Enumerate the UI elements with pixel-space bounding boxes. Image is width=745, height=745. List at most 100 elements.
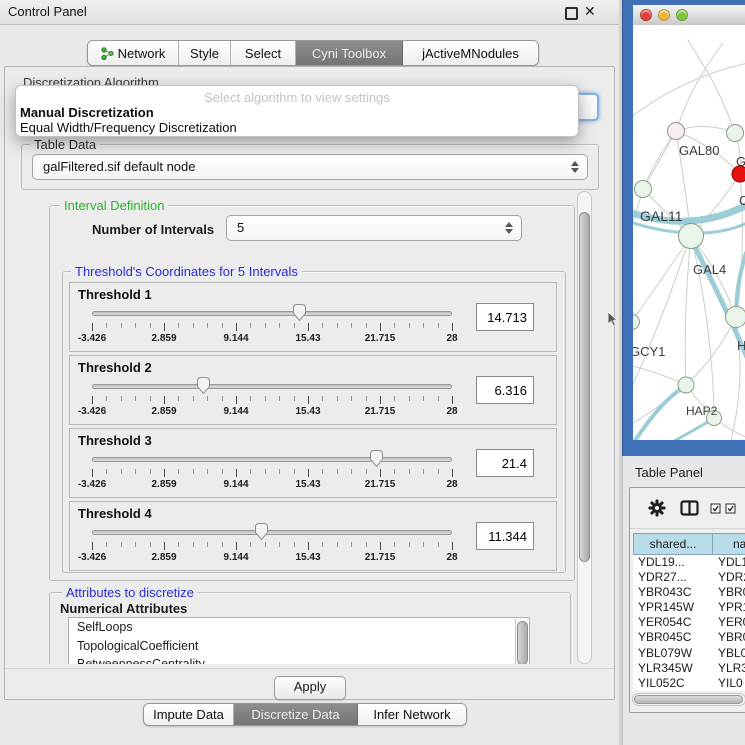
threshold-slider[interactable]: -3.4262.8599.14415.4321.71528 [92, 528, 452, 568]
tick-mark [294, 396, 295, 401]
algorithm-option-equal-width[interactable]: Equal Width/Frequency Discretization [20, 120, 570, 135]
network-node-pink[interactable] [668, 123, 685, 140]
table-data-combobox[interactable]: galFiltered.sif default node [32, 154, 588, 180]
tab-impute-data[interactable]: Impute Data [144, 704, 234, 725]
table-row[interactable]: YBR043CYBR0 [633, 585, 745, 600]
network-node-green[interactable] [727, 125, 744, 142]
tab-discretize-data[interactable]: Discretize Data [234, 704, 358, 725]
tab-style[interactable]: Style [179, 41, 231, 65]
settings-scroll-viewport: Interval Definition Number of Intervals … [9, 191, 577, 664]
apply-button[interactable]: Apply [274, 676, 346, 700]
split-columns-icon[interactable] [680, 500, 699, 516]
slider-thumb[interactable] [254, 522, 269, 541]
network-node-green[interactable] [726, 307, 745, 328]
tick-mark [308, 323, 309, 331]
tick-mark [452, 469, 453, 477]
threshold-slider[interactable]: -3.4262.8599.14415.4321.71528 [92, 382, 452, 422]
attribute-item-betweennesscentrality[interactable]: BetweennessCentrality [69, 655, 529, 664]
tick-label: 28 [446, 552, 457, 563]
float-window-icon[interactable] [565, 7, 578, 20]
tick-mark [106, 469, 107, 474]
tick-label: 15.43 [295, 333, 320, 344]
table-row[interactable]: YDR27...YDR2 [633, 570, 745, 585]
threshold-value-input[interactable] [476, 376, 534, 404]
attributes-scrollbar-thumb[interactable] [517, 621, 528, 664]
tick-mark [438, 542, 439, 547]
network-node-green[interactable] [678, 377, 694, 393]
column-header-name[interactable]: na [713, 533, 745, 555]
tick-mark [207, 542, 208, 547]
cell-name: YBR0 [711, 585, 745, 600]
interval-definition-group: Interval Definition Number of Intervals … [49, 205, 575, 581]
table-row[interactable]: YBR045CYBR0 [633, 630, 745, 645]
network-canvas[interactable]: GAL80GACGAL11GAL4HGCY1HAP2 [633, 25, 745, 440]
threshold-slider[interactable]: -3.4262.8599.14415.4321.71528 [92, 309, 452, 349]
screen: Control Panel ✕ NetworkStyleSelectCyni T… [0, 0, 745, 745]
algorithm-option-manual[interactable]: Manual Discretization [20, 105, 570, 120]
tick-mark [193, 469, 194, 474]
network-node-label: GAL80 [679, 143, 719, 158]
tick-mark [92, 469, 93, 477]
tick-mark [438, 469, 439, 474]
close-traffic-light[interactable] [640, 9, 652, 21]
checkbox-checked-icon[interactable] [710, 503, 721, 514]
slider-track[interactable] [92, 530, 452, 535]
cell-shared-name: YPR145W [633, 600, 711, 615]
tab-jactivemnodules[interactable]: jActiveMNodules [403, 41, 538, 65]
slider-track[interactable] [92, 311, 452, 316]
tick-mark [193, 542, 194, 547]
slider-track[interactable] [92, 384, 452, 389]
numerical-attributes-list: SelfLoopsTopologicalCoefficientBetweenne… [68, 617, 530, 664]
threshold-value-input[interactable] [476, 449, 534, 477]
table-row[interactable]: YER054CYER0 [633, 615, 745, 630]
slider-track[interactable] [92, 457, 452, 462]
tick-label: -3.426 [78, 406, 106, 417]
slider-thumb[interactable] [196, 376, 211, 395]
threshold-slider[interactable]: -3.4262.8599.14415.4321.71528 [92, 455, 452, 495]
network-window-titlebar[interactable] [633, 5, 745, 26]
attributes-list-scrollbar[interactable] [515, 619, 528, 664]
number-of-intervals-combobox[interactable]: 5 [226, 215, 522, 241]
threshold-value-input[interactable] [476, 522, 534, 550]
tick-mark [121, 542, 122, 547]
tick-mark [279, 469, 280, 474]
column-header-shared-name[interactable]: shared... [633, 533, 713, 555]
network-node-green[interactable] [635, 181, 652, 198]
tick-mark [250, 396, 251, 401]
table-horizontal-scrollbar[interactable] [632, 693, 745, 706]
checkbox-checked-icon[interactable] [725, 503, 736, 514]
network-node-green[interactable] [633, 315, 640, 330]
minimize-traffic-light[interactable] [658, 9, 670, 21]
settings-scrollbar-thumb[interactable] [579, 212, 590, 562]
threshold-label: Threshold 3 [78, 433, 152, 448]
table-row[interactable]: YIL052CYIL0 [633, 676, 745, 691]
close-icon[interactable]: ✕ [584, 3, 596, 20]
tab-cyni-toolbox[interactable]: Cyni Toolbox [296, 41, 403, 65]
table-row[interactable]: YBL079WYBL0 [633, 646, 745, 661]
threshold-value-input[interactable] [476, 303, 534, 331]
table-row[interactable]: YDL19...YDL1 [633, 555, 745, 570]
table-hscrollbar-thumb[interactable] [634, 695, 743, 704]
tab-infer-network[interactable]: Infer Network [358, 704, 466, 725]
table-row[interactable]: YLR345WYLR3 [633, 661, 745, 676]
attribute-item-selfloops[interactable]: SelfLoops [69, 618, 529, 637]
attribute-item-topologicalcoefficient[interactable]: TopologicalCoefficient [69, 637, 529, 656]
slider-thumb[interactable] [292, 303, 307, 322]
tab-select[interactable]: Select [231, 41, 296, 65]
gear-icon[interactable] [648, 499, 666, 517]
tick-mark [222, 542, 223, 547]
tick-mark [351, 396, 352, 401]
table-row[interactable]: YPR145WYPR1 [633, 600, 745, 615]
network-node-green[interactable] [679, 224, 704, 249]
tick-mark [366, 542, 367, 547]
tab-network[interactable]: Network [88, 41, 179, 65]
zoom-traffic-light[interactable] [676, 9, 688, 21]
cell-shared-name: YBL079W [633, 646, 711, 661]
tick-mark [236, 469, 237, 477]
tick-mark [135, 396, 136, 401]
slider-tick-labels: -3.4262.8599.14415.4321.71528 [92, 479, 452, 491]
slider-thumb[interactable] [369, 449, 384, 468]
network-icon [101, 47, 114, 60]
tick-mark [250, 323, 251, 328]
settings-scrollbar[interactable] [577, 191, 592, 664]
